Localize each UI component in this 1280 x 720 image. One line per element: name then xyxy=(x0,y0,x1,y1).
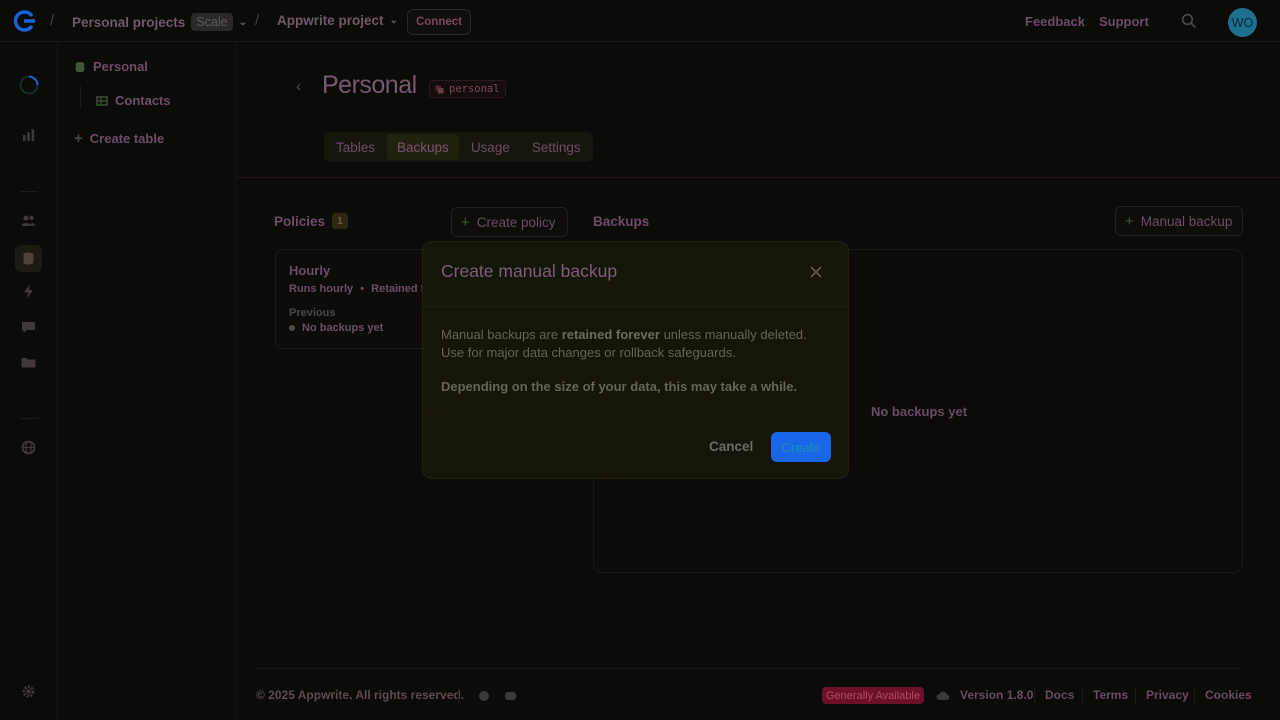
copy-icon xyxy=(435,85,444,93)
sidebar-item-contacts[interactable]: Contacts xyxy=(96,93,171,108)
feedback-link[interactable]: Feedback xyxy=(1025,14,1085,29)
header-divider xyxy=(236,177,1280,178)
discord-icon[interactable] xyxy=(504,690,517,702)
tab-tables[interactable]: Tables xyxy=(326,134,385,160)
footer-separator xyxy=(1135,688,1136,703)
modal-line-2: Use for major data changes or rollback s… xyxy=(441,345,736,360)
previous-status: No backups yet xyxy=(289,322,383,334)
connect-button[interactable]: Connect xyxy=(407,9,471,35)
policies-heading: Policies 1 xyxy=(274,213,348,229)
github-icon[interactable] xyxy=(478,690,490,702)
policy-frequency: Runs hourly xyxy=(289,283,354,295)
rail-divider xyxy=(20,191,38,192)
loading-spinner-icon xyxy=(19,75,39,95)
org-name: Personal projects xyxy=(72,14,186,30)
database-icon xyxy=(75,61,85,72)
project-name: Appwrite project xyxy=(277,13,384,28)
modal-bold-text: retained forever xyxy=(561,327,660,342)
top-bar: / Personal projects Scale ⌄ / Appwrite p… xyxy=(0,0,1280,42)
id-badge[interactable]: personal xyxy=(429,80,506,98)
create-table-label: Create table xyxy=(89,131,165,146)
sidebar-item-label: Personal xyxy=(93,59,148,74)
copyright-text: © 2025 Appwrite. All rights reserved. xyxy=(256,688,465,702)
appwrite-logo-icon[interactable] xyxy=(13,9,37,33)
project-switcher[interactable]: Appwrite project ⌄ xyxy=(277,13,398,28)
footer-separator xyxy=(1082,688,1083,703)
modal-title: Create manual backup xyxy=(441,261,618,281)
databases-nav-item[interactable] xyxy=(15,245,42,272)
breadcrumb-separator: / xyxy=(50,12,55,29)
plus-icon: + xyxy=(1125,212,1134,230)
search-icon[interactable] xyxy=(1181,13,1197,29)
manual-backup-button[interactable]: + Manual backup xyxy=(1115,206,1243,236)
footer-divider xyxy=(256,668,1244,669)
lightning-icon[interactable] xyxy=(20,283,37,300)
cloud-icon xyxy=(936,691,950,700)
tree-line xyxy=(80,86,81,108)
users-icon[interactable] xyxy=(20,212,37,229)
create-manual-backup-modal: Create manual backup Manual backups are … xyxy=(422,241,849,479)
modal-text: Manual backups are xyxy=(441,327,562,342)
previous-value: No backups yet xyxy=(302,322,384,334)
modal-divider xyxy=(423,306,848,307)
plus-icon: + xyxy=(461,213,470,231)
database-icon xyxy=(23,252,34,265)
policies-label: Policies xyxy=(274,213,326,229)
org-switcher[interactable]: Personal projects Scale ⌄ xyxy=(72,13,247,31)
status-badge: Generally Available xyxy=(822,687,924,704)
terms-link[interactable]: Terms xyxy=(1093,688,1128,702)
chevron-down-icon: ⌄ xyxy=(389,15,398,26)
modal-text: unless manually deleted. xyxy=(659,327,807,342)
manual-backup-label: Manual backup xyxy=(1140,213,1233,229)
rail-divider xyxy=(20,418,38,419)
support-link[interactable]: Support xyxy=(1099,14,1149,29)
backups-heading: Backups xyxy=(593,214,650,229)
create-policy-button[interactable]: + Create policy xyxy=(451,207,568,237)
id-badge-text: personal xyxy=(449,83,500,95)
chevron-down-icon: ⌄ xyxy=(238,16,247,28)
tab-backups[interactable]: Backups xyxy=(387,134,459,160)
footer-separator xyxy=(1034,688,1035,703)
modal-body: Manual backups are retained forever unle… xyxy=(441,326,836,396)
sidebar-item-label: Contacts xyxy=(115,93,171,108)
database-sidebar: Personal Contacts + Create table xyxy=(58,42,236,720)
tab-usage[interactable]: Usage xyxy=(461,134,520,160)
policies-count-badge: 1 xyxy=(332,213,348,229)
create-button[interactable]: Create xyxy=(771,432,831,462)
modal-divider xyxy=(423,413,848,414)
page-title: Personal xyxy=(322,71,417,99)
docs-link[interactable]: Docs xyxy=(1045,688,1074,702)
breadcrumb-separator: / xyxy=(255,12,260,29)
policy-card[interactable]: Hourly Runs hourly • Retained forever Pr… xyxy=(275,249,440,349)
table-icon xyxy=(96,95,108,106)
back-chevron-icon[interactable]: ‹ xyxy=(296,78,301,95)
create-table-button[interactable]: + Create table xyxy=(74,130,164,147)
privacy-link[interactable]: Privacy xyxy=(1146,688,1189,702)
avatar[interactable]: WO xyxy=(1228,8,1257,37)
globe-icon[interactable] xyxy=(20,439,37,456)
chat-icon[interactable] xyxy=(20,319,37,336)
icon-rail xyxy=(0,42,58,720)
tabs: Tables Backups Usage Settings xyxy=(324,132,593,162)
footer-separator xyxy=(1194,688,1195,703)
close-icon[interactable] xyxy=(809,265,823,279)
version-text: Version 1.8.0 xyxy=(960,688,1034,702)
tab-settings[interactable]: Settings xyxy=(522,134,591,160)
cancel-button[interactable]: Cancel xyxy=(709,439,753,454)
folder-icon[interactable] xyxy=(20,354,37,371)
bullet-separator: • xyxy=(360,283,365,295)
chart-icon[interactable] xyxy=(20,127,37,144)
previous-label: Previous xyxy=(289,307,336,319)
cookies-link[interactable]: Cookies xyxy=(1205,688,1252,702)
plus-icon: + xyxy=(74,130,83,147)
modal-line-1: Manual backups are retained forever unle… xyxy=(441,326,836,344)
footer-separator xyxy=(458,688,459,703)
modal-line-3: Depending on the size of your data, this… xyxy=(441,379,798,394)
gear-icon[interactable] xyxy=(20,683,37,700)
plan-badge: Scale xyxy=(191,13,233,31)
create-policy-label: Create policy xyxy=(476,214,556,230)
policy-name: Hourly xyxy=(289,263,331,278)
status-dot-icon xyxy=(289,325,295,331)
sidebar-item-personal[interactable]: Personal xyxy=(74,59,148,74)
